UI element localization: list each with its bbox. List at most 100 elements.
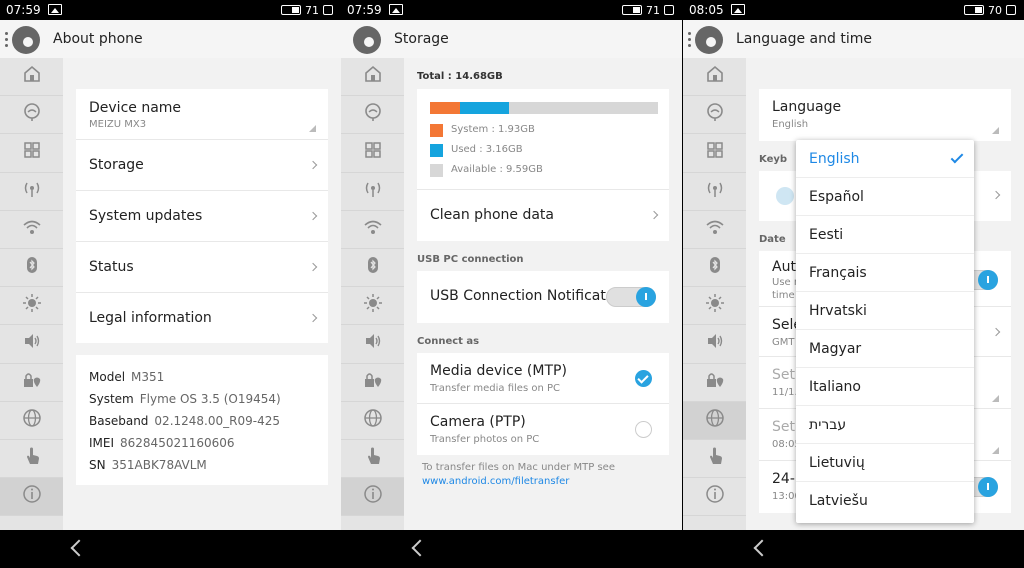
sidebar-item[interactable] <box>0 287 63 326</box>
row-sub: Transfer photos on PC <box>430 434 540 445</box>
sidebar-item[interactable] <box>341 402 404 440</box>
sidebar-item[interactable] <box>0 96 63 135</box>
language-option[interactable]: Magyar <box>796 330 974 368</box>
sidebar-item[interactable] <box>683 401 746 440</box>
brightness-icon <box>705 293 725 318</box>
info-key: IMEI <box>89 436 115 450</box>
status-row[interactable]: Status <box>76 242 328 293</box>
info-value: 862845021160606 <box>120 436 235 450</box>
sidebar-item[interactable] <box>683 134 746 173</box>
language-card: Language English <box>759 89 1011 141</box>
back-icon[interactable] <box>411 539 429 557</box>
language-option[interactable]: עברית <box>796 406 974 444</box>
sidebar-item[interactable] <box>341 96 404 135</box>
back-icon[interactable] <box>753 539 771 557</box>
mtp-row[interactable]: Media device (MTP) Transfer media files … <box>417 353 669 404</box>
clean-phone-data-row[interactable]: Clean phone data <box>417 189 669 241</box>
language-option-label: Hrvatski <box>809 303 867 319</box>
content-area: Total : 14.68GB System : 1.93GB Used : 3… <box>404 58 682 530</box>
mtp-radio-checked[interactable] <box>635 370 652 387</box>
battery-level: 71 <box>646 4 660 17</box>
sidebar-item[interactable] <box>341 173 404 211</box>
mtp-note: To transfer files on Mac under MTP see <box>422 462 615 473</box>
sidebar-item[interactable] <box>683 249 746 288</box>
keyboard-check-icon <box>776 187 794 205</box>
sidebar-item[interactable] <box>341 364 404 402</box>
info-icon <box>705 484 725 509</box>
menu-handle-icon[interactable] <box>5 32 9 48</box>
sidebar-item[interactable] <box>0 58 63 97</box>
row-label: Storage <box>89 157 144 173</box>
bluetooth-icon <box>363 255 383 280</box>
info-icon <box>22 484 42 509</box>
menu-handle-icon[interactable] <box>688 32 692 48</box>
volume-icon <box>22 331 42 356</box>
usb-notification-toggle[interactable] <box>606 287 656 307</box>
image-notification-icon <box>731 4 745 15</box>
settings-sidebar <box>683 58 746 530</box>
usb-notification-row[interactable]: USB Connection Notificat.. <box>417 271 669 323</box>
sidebar-item[interactable] <box>341 249 404 288</box>
sidebar-item[interactable] <box>0 402 63 440</box>
language-option[interactable]: English <box>796 140 974 178</box>
language-row[interactable]: Language English <box>759 89 1011 141</box>
sidebar-item[interactable] <box>683 287 746 326</box>
storage-screen: 07:59 71 Storage Total : 14.68GB System … <box>341 0 682 568</box>
sidebar-item[interactable] <box>683 325 746 364</box>
sidebar-item[interactable] <box>341 58 404 97</box>
language-option[interactable]: Eesti <box>796 216 974 254</box>
content-area: Device name MEIZU MX3 Storage System upd… <box>63 58 341 530</box>
sidebar-item[interactable] <box>683 173 746 211</box>
sidebar-item[interactable] <box>0 211 63 249</box>
sidebar-item[interactable] <box>341 211 404 249</box>
theme-icon <box>22 102 42 127</box>
language-option[interactable]: Italiano <box>796 368 974 406</box>
system-updates-row[interactable]: System updates <box>76 191 328 242</box>
sidebar-item[interactable] <box>341 478 404 517</box>
touch-gesture-icon <box>705 446 725 471</box>
settings-gear-icon <box>353 26 381 54</box>
row-label: Device name <box>89 100 182 116</box>
sidebar-item[interactable] <box>341 134 404 173</box>
back-icon[interactable] <box>70 539 88 557</box>
sidebar-item[interactable] <box>683 58 746 97</box>
sidebar-item[interactable] <box>0 249 63 288</box>
language-option[interactable]: Latviešu <box>796 482 974 520</box>
sidebar-item[interactable] <box>0 325 63 364</box>
sidebar-item[interactable] <box>341 440 404 479</box>
sidebar-item[interactable] <box>0 134 63 173</box>
storage-row[interactable]: Storage <box>76 140 328 191</box>
sidebar-item[interactable] <box>341 287 404 326</box>
language-option[interactable]: Español <box>796 178 974 216</box>
sidebar-item[interactable] <box>0 440 63 479</box>
sidebar-item[interactable] <box>683 440 746 479</box>
language-dropdown: English Español Eesti Français Hrvatski Magya… <box>796 140 974 523</box>
chevron-right-icon <box>308 160 318 170</box>
sidebar-item[interactable] <box>341 325 404 364</box>
language-option[interactable]: Français <box>796 254 974 292</box>
ptp-row[interactable]: Camera (PTP) Transfer photos on PC <box>417 404 669 455</box>
legal-information-row[interactable]: Legal information <box>76 293 328 343</box>
language-option-label: Français <box>809 265 867 281</box>
usb-card: USB Connection Notificat.. <box>417 271 669 323</box>
info-value: Flyme OS 3.5 (O19454) <box>139 392 281 406</box>
sidebar-item[interactable] <box>0 364 63 402</box>
sidebar-item[interactable] <box>683 96 746 135</box>
sidebar-item[interactable] <box>683 364 746 402</box>
sidebar-item[interactable] <box>683 478 746 517</box>
language-option[interactable]: Lietuvių <box>796 444 974 482</box>
connect-section-title: Connect as <box>417 336 480 347</box>
sidebar-item[interactable] <box>0 173 63 211</box>
battery-icon <box>964 5 984 15</box>
row-label: Set <box>772 367 795 383</box>
sidebar-item[interactable] <box>0 478 63 517</box>
language-option[interactable]: Hrvatski <box>796 292 974 330</box>
system-segment <box>430 102 460 114</box>
dropdown-corner-icon <box>992 447 999 454</box>
device-name-row[interactable]: Device name MEIZU MX3 <box>76 89 328 140</box>
sidebar-item[interactable] <box>683 211 746 249</box>
used-legend: Used : 3.16GB <box>451 144 523 155</box>
filetransfer-link[interactable]: www.android.com/filetransfer <box>422 476 569 487</box>
ptp-radio-unchecked[interactable] <box>635 421 652 438</box>
toggle-knob <box>978 270 998 290</box>
